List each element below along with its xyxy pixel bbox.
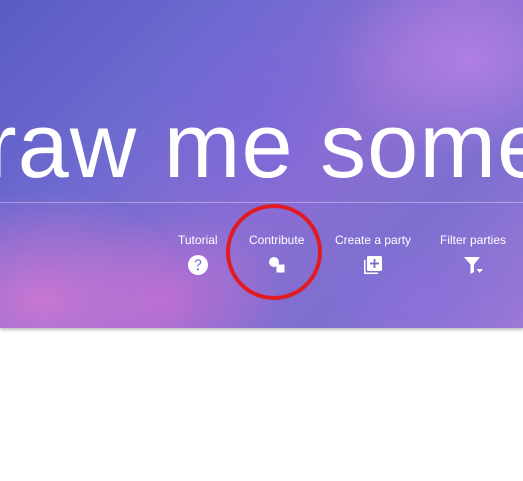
create-party-label: Create a party: [335, 233, 412, 247]
tutorial-button[interactable]: Tutorial: [178, 233, 218, 276]
add-stack-icon: [364, 256, 383, 274]
filter-parties-button[interactable]: Filter parties: [440, 233, 506, 276]
filter-parties-label: Filter parties: [440, 233, 507, 247]
hero-banner: raw me some Tutorial Contribute Create a…: [0, 0, 523, 328]
filter-icon: [464, 257, 484, 274]
help-icon: [187, 255, 208, 275]
contribute-button[interactable]: Contribute: [249, 233, 304, 276]
hero-title: raw me some: [0, 95, 523, 197]
create-party-button[interactable]: Create a party: [335, 233, 411, 276]
shapes-icon: [268, 257, 285, 273]
tutorial-label: Tutorial: [178, 233, 218, 247]
contribute-label: Contribute: [249, 233, 305, 247]
hero-divider: [0, 202, 523, 203]
